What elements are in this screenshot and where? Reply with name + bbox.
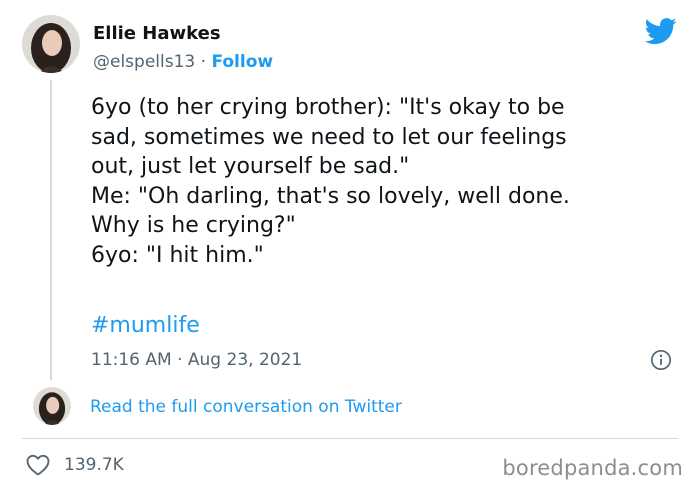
tweet-text: 6yo (to her crying brother): "It's okay … (91, 93, 671, 270)
tweet-line: 6yo (to her crying brother): "It's okay … (91, 95, 565, 120)
separator-dot: · (200, 52, 207, 72)
tweet-line: sad, sometimes we need to let our feelin… (91, 124, 567, 150)
tweet-line: out, just let yourself be sad." (91, 154, 410, 179)
author-avatar[interactable] (22, 15, 80, 73)
info-icon[interactable] (650, 349, 672, 371)
like-count: 139.7K (64, 455, 124, 475)
author-name[interactable]: Ellie Hawkes (93, 22, 221, 46)
tweet-line: Why is he crying?" (91, 213, 296, 238)
tweet-line: Me: "Oh darling, that's so lovely, well … (91, 183, 570, 209)
like-button[interactable]: 139.7K (26, 454, 124, 476)
tweet-line: 6yo: "I hit him." (91, 242, 264, 268)
read-conversation-link[interactable]: Read the full conversation on Twitter (90, 396, 402, 418)
divider (22, 438, 678, 439)
hashtag-link[interactable]: #mumlife (91, 311, 200, 341)
twitter-bird-icon[interactable] (645, 15, 677, 47)
tweet-timestamp[interactable]: 11:16 AM · Aug 23, 2021 (91, 349, 302, 371)
author-handle[interactable]: @elspells13 (93, 52, 195, 72)
thread-line (50, 80, 52, 380)
follow-button[interactable]: Follow (211, 52, 273, 72)
author-handle-row: @elspells13 · Follow (93, 51, 273, 73)
heart-icon[interactable] (26, 454, 50, 476)
conversation-avatar[interactable] (33, 387, 71, 425)
watermark: boredpanda.com (502, 456, 683, 480)
